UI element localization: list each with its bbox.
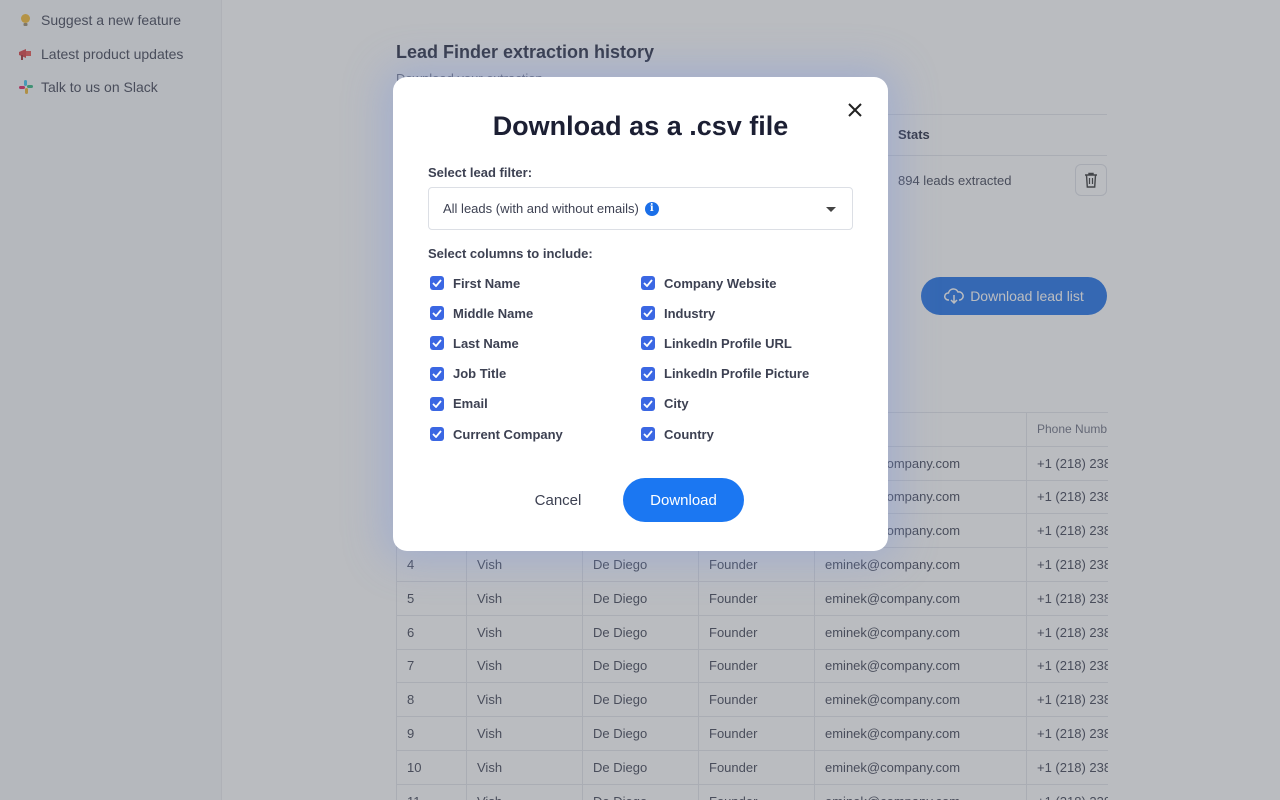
cancel-button[interactable]: Cancel: [517, 478, 599, 522]
column-checkbox-last-name[interactable]: Last Name: [430, 335, 519, 351]
checkbox-checked-icon[interactable]: [430, 366, 444, 381]
checkbox-checked-icon[interactable]: [641, 306, 655, 321]
column-checkbox-company-website[interactable]: Company Website: [641, 275, 776, 291]
column-checkbox-city[interactable]: City: [641, 396, 689, 412]
filter-label: Select lead filter:: [428, 165, 533, 180]
chevron-down-icon: [826, 207, 836, 212]
columns-label: Select columns to include:: [428, 246, 593, 261]
checkbox-label: LinkedIn Profile Picture: [664, 366, 810, 382]
checkbox-label: Job Title: [453, 366, 507, 382]
checkbox-label: Last Name: [453, 335, 519, 351]
column-checkbox-current-company[interactable]: Current Company: [430, 426, 563, 442]
column-checkbox-linkedin-profile-url[interactable]: LinkedIn Profile URL: [641, 335, 792, 351]
checkbox-checked-icon[interactable]: [430, 336, 444, 351]
checkbox-checked-icon[interactable]: [641, 276, 655, 290]
checkbox-checked-icon[interactable]: [641, 336, 655, 351]
checkbox-checked-icon[interactable]: [641, 427, 655, 441]
download-button[interactable]: Download: [623, 478, 744, 522]
lead-filter-select[interactable]: All leads (with and without emails) i: [428, 187, 853, 230]
column-checkbox-job-title[interactable]: Job Title: [430, 366, 506, 382]
checkbox-label: First Name: [453, 275, 521, 291]
checkbox-checked-icon[interactable]: [641, 396, 655, 411]
column-checkbox-country[interactable]: Country: [641, 426, 714, 442]
checkbox-label: LinkedIn Profile URL: [664, 335, 792, 351]
checkbox-label: City: [664, 396, 689, 412]
checkbox-label: Email: [453, 396, 488, 412]
modal-title: Download as a .csv file: [492, 111, 789, 141]
checkbox-checked-icon[interactable]: [430, 276, 444, 290]
checkbox-checked-icon[interactable]: [430, 427, 444, 441]
checkbox-label: Country: [664, 426, 714, 442]
checkbox-checked-icon[interactable]: [641, 366, 655, 381]
checkbox-label: Middle Name: [453, 305, 534, 321]
checkbox-checked-icon[interactable]: [430, 306, 444, 321]
column-checkbox-first-name[interactable]: First Name: [430, 275, 520, 291]
column-checkbox-email[interactable]: Email: [430, 396, 488, 412]
column-checkbox-middle-name[interactable]: Middle Name: [430, 305, 533, 321]
checkbox-label: Current Company: [453, 426, 563, 442]
lead-filter-value: All leads (with and without emails): [443, 201, 639, 216]
column-checkbox-linkedin-profile-picture[interactable]: LinkedIn Profile Picture: [641, 366, 809, 382]
checkbox-checked-icon[interactable]: [430, 396, 444, 411]
download-csv-modal: Download as a .csv file Select lead filt…: [393, 77, 888, 551]
info-icon[interactable]: i: [644, 201, 659, 216]
column-checkbox-industry[interactable]: Industry: [641, 305, 715, 321]
checkbox-label: Company Website: [664, 275, 777, 291]
checkbox-label: Industry: [664, 305, 716, 321]
